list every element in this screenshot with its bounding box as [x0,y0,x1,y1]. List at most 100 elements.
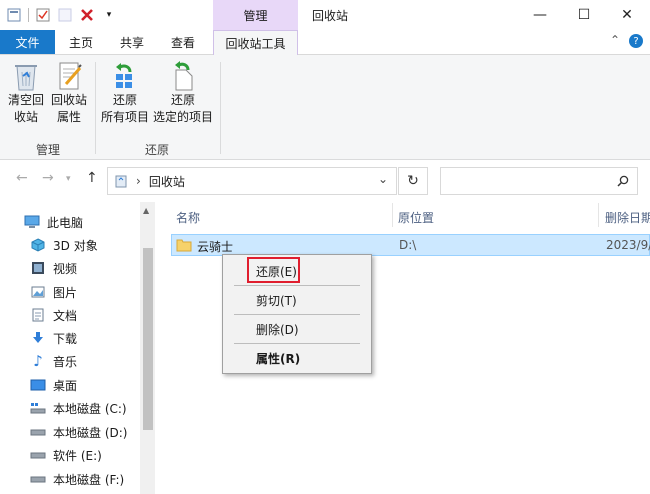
nav-item-label: 下载 [53,331,78,346]
drive-icon [30,472,46,486]
restore-all-label-2: 所有项目 [100,110,149,124]
computer-icon [24,215,40,229]
nav-item-pictures[interactable]: 图片 [30,281,77,303]
folder-icon[interactable] [6,7,22,23]
search-icon [617,175,629,187]
nav-item-label: 音乐 [53,354,78,369]
help-icon[interactable]: ? [629,34,643,48]
group-label-manage: 管理 [36,143,61,157]
group-label-restore: 还原 [145,143,170,157]
nav-item-label: 视频 [53,261,78,276]
restore-all-icon [116,63,132,88]
up-arrow-icon[interactable]: ↑ [86,170,98,186]
file-original-location: D:\ [399,238,417,252]
refresh-button[interactable]: ↻ [398,167,428,195]
recent-locations-icon[interactable]: ▾ [66,174,71,184]
breadcrumb-recycle-bin[interactable]: 回收站 [149,173,185,190]
nav-pane-scroll-thumb[interactable] [143,248,153,430]
nav-item-desktop[interactable]: 桌面 [30,374,77,396]
delete-icon[interactable] [79,7,95,23]
close-button[interactable]: ✕ [604,0,650,30]
nav-item-this-pc[interactable]: 此电脑 [24,211,83,233]
recycle-bin-properties-button[interactable]: 回收站 属性 [48,60,90,126]
drive-icon [30,425,46,439]
menu-item-cut[interactable]: 剪切(T) [256,292,297,309]
nav-item-videos[interactable]: 视频 [30,257,77,279]
picture-icon [30,285,46,299]
nav-item-label: 此电脑 [47,215,84,230]
tab-home[interactable]: 主页 [60,30,102,54]
drive-icon [30,448,46,462]
restore-all-label-1: 还原 [112,93,137,107]
collapse-ribbon-icon[interactable]: ⌃ [610,33,620,47]
empty-recycle-bin-label-1: 清空回 [7,93,44,107]
tab-share[interactable]: 共享 [111,30,153,54]
restore-all-items-button[interactable]: 还原 所有项目 [99,60,151,126]
file-name: 云骑士 [197,240,234,254]
address-bar[interactable]: › 回收站 ⌄ [107,167,397,195]
nav-item-documents[interactable]: 文档 [30,304,77,326]
folder-icon [176,239,192,252]
ribbon-group-divider [95,62,96,154]
toolbar-divider [28,8,29,22]
nav-item-drive-f[interactable]: 本地磁盘 (F:) [30,468,124,490]
column-divider[interactable] [392,203,393,227]
forward-arrow-icon[interactable]: → [42,170,54,186]
quick-access-toolbar: ▾ [6,5,117,25]
nav-item-label: 图片 [53,285,78,300]
nav-item-music[interactable]: ♪ 音乐 [30,350,77,372]
restore-highlight-box [247,257,300,283]
empty-recycle-bin-label-2: 收站 [13,110,38,124]
address-dropdown-icon[interactable]: ⌄ [378,172,388,186]
restore-selected-label-1: 还原 [170,93,195,107]
nav-item-drive-c[interactable]: 本地磁盘 (C:) [30,397,127,419]
search-input[interactable] [440,167,638,195]
new-folder-icon[interactable] [57,7,73,23]
refresh-icon: ↻ [407,173,419,189]
nav-item-drive-e[interactable]: 软件 (E:) [30,444,102,466]
menu-item-properties[interactable]: 属性(R) [256,350,300,367]
video-icon [30,261,46,275]
desktop-icon [30,378,46,392]
menu-divider [234,343,360,344]
nav-item-3d-objects[interactable]: 3D 对象 [30,234,98,256]
document-icon [30,308,46,322]
tab-recycle-bin-tools[interactable]: 回收站工具 [213,30,298,55]
column-header-date-deleted[interactable]: 删除日期 [605,209,650,226]
customize-toolbar-icon[interactable]: ▾ [101,7,117,23]
properties-label-1: 回收站 [50,93,87,107]
menu-item-delete[interactable]: 删除(D) [256,321,299,338]
download-arrow-icon [30,331,46,345]
nav-item-label: 本地磁盘 (D:) [53,425,128,440]
nav-item-downloads[interactable]: 下载 [30,327,77,349]
tab-file[interactable]: 文件 [0,30,55,54]
recycle-bin-small-icon [115,175,127,188]
empty-recycle-bin-icon [15,65,37,91]
restore-selected-icon [175,61,193,91]
properties-page-icon [59,62,82,90]
scroll-up-icon[interactable]: ▲ [143,206,149,215]
maximize-button[interactable]: ☐ [561,0,607,30]
column-header-name[interactable]: 名称 [176,209,200,226]
properties-label-2: 属性 [56,110,81,124]
nav-item-label: 文档 [53,308,78,323]
column-divider[interactable] [598,203,599,227]
back-arrow-icon[interactable]: ← [16,170,28,186]
nav-item-drive-d[interactable]: 本地磁盘 (D:) [30,421,127,443]
system-drive-icon [30,401,46,415]
ribbon-group-divider [220,62,221,154]
nav-item-label: 软件 (E:) [53,448,102,463]
restore-selected-label-2: 选定的项目 [152,110,213,124]
cube-icon [30,238,46,252]
tab-view[interactable]: 查看 [162,30,204,54]
minimize-button[interactable]: — [517,0,563,30]
column-header-original-location[interactable]: 原位置 [398,209,434,226]
breadcrumb-separator: › [136,174,141,188]
properties-icon[interactable] [35,7,51,23]
empty-recycle-bin-button[interactable]: 清空回 收站 [6,60,46,126]
music-note-icon: ♪ [33,352,43,370]
file-date-deleted: 2023/9/ [606,238,650,252]
context-tab-header: 管理 [213,0,298,30]
nav-item-label: 本地磁盘 (F:) [53,472,125,487]
restore-selected-items-button[interactable]: 还原 选定的项目 [152,60,214,126]
